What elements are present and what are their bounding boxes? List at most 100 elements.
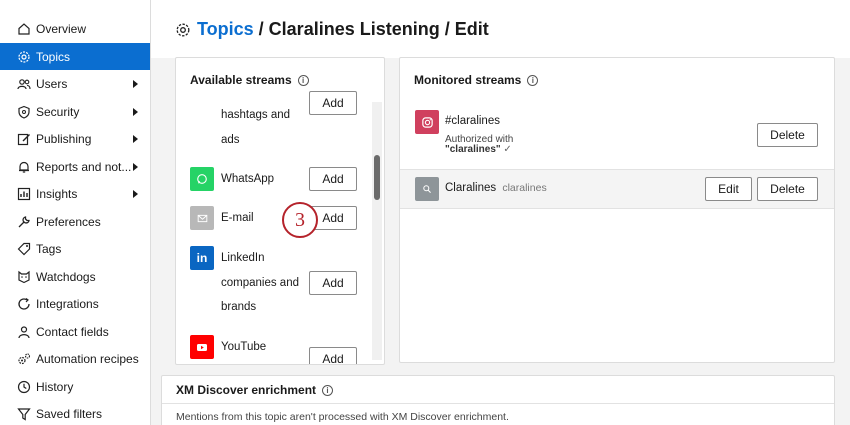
stream-label: brands [221,301,257,313]
sidebar-item-tags[interactable]: Tags [0,235,150,262]
sidebar-item-label: History [36,379,74,394]
cogs-icon [17,352,31,366]
sidebar-item-preferences[interactable]: Preferences [0,208,150,235]
sidebar-item-label: Insights [36,186,78,201]
sidebar-item-reports[interactable]: Reports and not... [0,153,150,180]
card-title-text: XM Discover enrichment [176,383,317,397]
gear-icon [176,23,190,36]
stream-label: hashtags and [221,109,291,121]
delete-instagram-button[interactable]: Delete [757,123,818,147]
sidebar-item-label: Publishing [36,131,92,146]
chevron-right-icon [133,107,138,116]
sidebar-item-users[interactable]: Users [0,70,150,97]
sidebar-item-publishing[interactable]: Publishing [0,125,150,152]
sidebar-item-overview[interactable]: Overview [0,15,150,42]
add-youtube-button[interactable]: Add [309,347,357,364]
person-icon [17,325,31,339]
enrichment-card: XM Discover enrichment i Mentions from t… [161,375,835,425]
step-number-badge: 3 [282,202,318,238]
stream-label: YouTube [221,341,267,353]
add-button[interactable]: Add [309,91,357,115]
breadcrumb-topics-link[interactable]: Topics [197,19,254,40]
chevron-right-icon [133,134,138,143]
available-streams-title: Available streams i [190,73,309,87]
chevron-right-icon [133,189,138,198]
monitored-streams-title: Monitored streams i [414,73,539,87]
filter-icon [17,407,31,421]
instagram-icon [415,110,439,134]
sidebar-item-integrations[interactable]: Integrations [0,290,150,317]
sidebar-item-label: Contact fields [36,324,109,339]
divider [162,403,834,404]
linkedin-icon: in [190,246,214,270]
wrench-icon [17,215,31,229]
scrollbar-track[interactable] [372,102,382,360]
stream-label: ads [221,134,240,146]
auth-account-name: "claralines" [445,144,501,155]
monitored-stream-row: Claralines claralines Edit Delete [400,169,834,209]
sidebar-item-label: Integrations [36,296,99,311]
sidebar-item-automation-recipes[interactable]: Automation recipes [0,345,150,372]
refresh-icon [17,297,31,311]
auth-account: "claralines" ✓ [445,144,512,155]
sidebar-item-saved-filters[interactable]: Saved filters [0,400,150,425]
chevron-right-icon [133,79,138,88]
enrichment-title: XM Discover enrichment i [176,383,334,397]
sidebar-item-topics[interactable]: Topics [0,43,150,70]
sidebar-item-label: Tags [36,241,62,256]
chevron-right-icon [133,162,138,171]
home-icon [17,22,31,36]
stream-label: companies and [221,277,299,289]
check-icon: ✓ [503,144,512,155]
stream-label: WhatsApp [221,173,275,185]
users-icon [17,77,31,91]
stream-label: LinkedIn [221,252,265,264]
card-title-text: Monitored streams [414,73,522,87]
sidebar-item-label: Watchdogs [36,269,96,284]
available-streams-card: Available streams i hashtags and ads Add… [175,57,385,365]
sidebar-item-insights[interactable]: Insights [0,180,150,207]
instagram-handle: #claralines [445,115,500,127]
info-icon[interactable]: i [527,74,539,86]
stream-name-text: Claralines [445,182,497,194]
tag-icon [17,242,31,256]
sidebar-item-contact-fields[interactable]: Contact fields [0,318,150,345]
pencil-icon [17,132,31,146]
enrichment-text: Mentions from this topic aren't processe… [176,411,509,423]
sidebar-item-label: Saved filters [36,406,103,421]
sidebar-item-security[interactable]: Security [0,98,150,125]
sidebar-item-watchdogs[interactable]: Watchdogs [0,263,150,290]
clock-icon [17,380,31,394]
envelope-icon [190,206,214,230]
sidebar-item-label: Overview [36,21,87,36]
shield-icon [17,105,31,119]
stream-sub-text: claralines [502,182,547,194]
add-linkedin-button[interactable]: Add [309,271,357,295]
gear-icon [17,50,31,64]
add-whatsapp-button[interactable]: Add [309,167,357,191]
sidebar-item-label: Users [36,76,68,91]
delete-stream-button[interactable]: Delete [757,177,818,201]
info-icon[interactable]: i [322,384,334,396]
page-title: Topics / Claralines Listening / Edit [175,19,489,40]
sidebar: Overview Topics Users Security Publishin… [0,0,151,425]
breadcrumb-rest: / Claralines Listening / Edit [258,19,489,39]
card-title-text: Available streams [190,73,292,87]
dog-icon [17,270,31,284]
whatsapp-icon [190,167,214,191]
info-icon[interactable]: i [297,74,309,86]
sidebar-item-label: Reports and not... [36,159,132,174]
chart-icon [17,187,31,201]
bell-icon [17,160,31,174]
sidebar-item-label: Preferences [36,214,101,229]
scrollbar-thumb[interactable] [374,155,380,200]
stream-label: E-mail [221,212,254,224]
stream-name: Claralines claralines [445,182,547,194]
youtube-icon [190,335,214,359]
sidebar-item-history[interactable]: History [0,373,150,400]
edit-stream-button[interactable]: Edit [705,177,752,201]
monitored-streams-card: Monitored streams i #claralines Authoriz… [399,57,835,363]
sidebar-item-label: Automation recipes [36,351,139,366]
sidebar-item-label: Topics [36,49,71,64]
sidebar-item-label: Security [36,104,80,119]
